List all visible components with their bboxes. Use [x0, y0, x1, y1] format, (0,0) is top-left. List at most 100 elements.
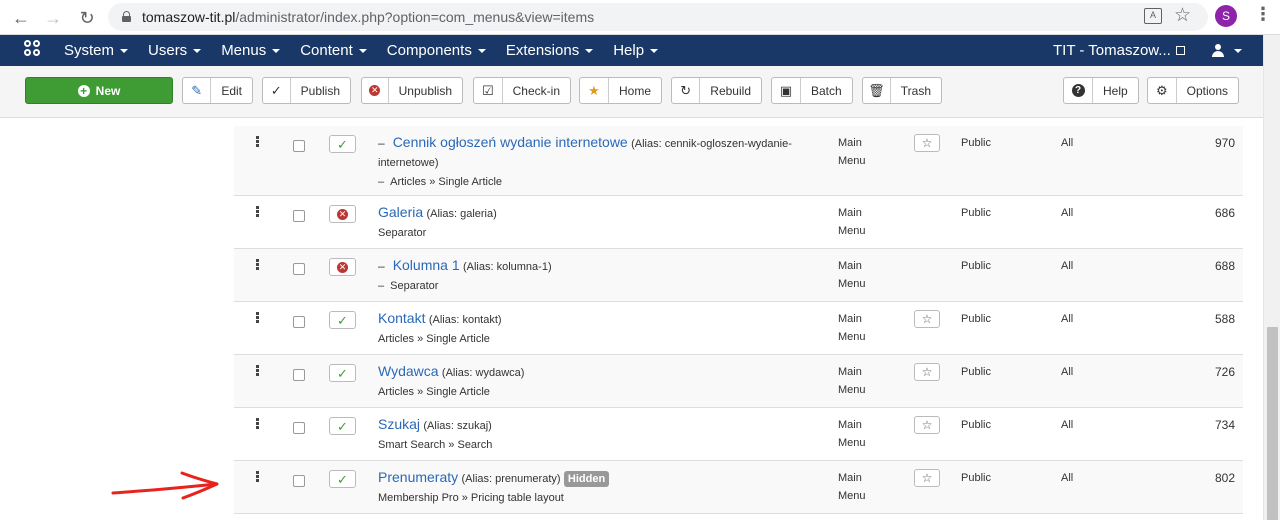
check-icon: ✓ — [337, 418, 348, 434]
browser-menu-icon[interactable]: ⋮ — [1254, 4, 1272, 25]
home-star-button[interactable]: ☆ — [914, 363, 940, 381]
home-star-button[interactable]: ☆ — [914, 134, 940, 152]
question-icon: ? — [1064, 78, 1093, 103]
item-title-link[interactable]: Prenumeraty — [378, 469, 458, 485]
options-button[interactable]: ⚙ Options — [1147, 77, 1239, 104]
address-bar[interactable]: tomaszow-tit.pl/administrator/index.php?… — [108, 3, 1208, 31]
home-star-button[interactable]: ☆ — [914, 416, 940, 434]
forward-arrow-icon[interactable]: → — [42, 7, 64, 29]
menu-name-line2: Menu — [838, 331, 866, 343]
site-link[interactable]: TIT - Tomaszow... — [1053, 35, 1185, 66]
row-checkbox[interactable] — [293, 422, 305, 434]
page-scrollbar[interactable] — [1263, 35, 1280, 520]
language: All — [1061, 472, 1074, 484]
drag-handle-icon[interactable] — [256, 471, 260, 483]
nav-menu-content[interactable]: Content — [300, 35, 367, 66]
menu-items-table: ✓ – Cennik ogłoszeń wydanie internetowe (A… — [234, 126, 1243, 514]
check-icon: ✓ — [337, 136, 348, 152]
refresh-icon: ↻ — [672, 78, 701, 103]
menu-name-line1: Main — [838, 419, 862, 431]
batch-button[interactable]: ▣ Batch — [771, 77, 853, 104]
translate-icon[interactable]: A — [1144, 8, 1162, 24]
drag-handle-icon[interactable] — [256, 312, 260, 324]
home-button[interactable]: ★ Home — [579, 77, 662, 104]
lock-icon — [122, 11, 131, 22]
published-toggle[interactable]: ✓ — [329, 470, 356, 488]
type-prefix: – — [378, 176, 385, 188]
menu-name-line1: Main — [838, 207, 862, 219]
nav-menu-components[interactable]: Components — [387, 35, 486, 66]
home-star-button[interactable]: ☆ — [914, 310, 940, 328]
published-toggle[interactable]: ✓ — [329, 135, 356, 153]
back-arrow-icon[interactable]: ← — [10, 7, 32, 29]
row-checkbox[interactable] — [293, 369, 305, 381]
edit-button[interactable]: ✎ Edit — [182, 77, 253, 104]
item-title-link[interactable]: Galeria — [378, 204, 423, 220]
drag-handle-icon[interactable] — [256, 259, 260, 271]
hidden-badge: Hidden — [563, 471, 610, 487]
joomla-logo-icon[interactable] — [24, 40, 42, 58]
trash-button[interactable]: 🗑 Trash — [862, 77, 942, 104]
bookmark-star-icon[interactable]: ☆ — [1174, 4, 1191, 27]
published-toggle[interactable]: ✓ — [329, 417, 356, 435]
unpublished-toggle[interactable]: ✕ — [329, 205, 356, 223]
unpublish-icon: ✕ — [362, 78, 389, 103]
nav-menu-extensions[interactable]: Extensions — [506, 35, 594, 66]
profile-avatar[interactable]: S — [1215, 5, 1237, 27]
reload-icon[interactable]: ↻ — [76, 7, 98, 29]
drag-handle-icon[interactable] — [256, 418, 260, 430]
item-type: Smart Search » Search — [378, 439, 493, 451]
unpublish-button[interactable]: ✕ Unpublish — [361, 77, 463, 104]
publish-button[interactable]: ✓ Publish — [262, 77, 351, 104]
menu-name: Main Menu — [838, 204, 898, 240]
type-prefix: – — [378, 280, 385, 292]
access-level: Public — [961, 419, 991, 431]
nav-menu-help[interactable]: Help — [613, 35, 659, 66]
item-title-link[interactable]: Cennik ogłoszeń wydanie internetowe — [393, 134, 628, 150]
rebuild-button[interactable]: ↻ Rebuild — [671, 77, 762, 104]
unpublished-toggle[interactable]: ✕ — [329, 258, 356, 276]
menu-name-line1: Main — [838, 137, 862, 149]
drag-handle-icon[interactable] — [256, 136, 260, 148]
row-checkbox[interactable] — [293, 475, 305, 487]
menu-name-line1: Main — [838, 313, 862, 325]
menu-name-line2: Menu — [838, 384, 866, 396]
help-button[interactable]: ? Help — [1063, 77, 1139, 104]
row-checkbox[interactable] — [293, 140, 305, 152]
home-star-button[interactable]: ☆ — [914, 469, 940, 487]
language: All — [1061, 207, 1074, 219]
toolbar: + New ✎ Edit ✓ Publish ✕ Unpublish ☑ Check-in… — [0, 66, 1263, 118]
new-button[interactable]: + New — [25, 77, 173, 104]
drag-handle-icon[interactable] — [256, 206, 260, 218]
external-link-icon — [1175, 46, 1185, 55]
published-toggle[interactable]: ✓ — [329, 311, 356, 329]
annotation-arrow — [111, 471, 219, 500]
drag-handle-icon[interactable] — [256, 365, 260, 377]
menu-name-line1: Main — [838, 366, 862, 378]
row-checkbox[interactable] — [293, 210, 305, 222]
row-checkbox[interactable] — [293, 263, 305, 275]
item-title-link[interactable]: Kolumna 1 — [393, 257, 460, 273]
nav-menu-system[interactable]: System — [64, 35, 129, 66]
row-checkbox[interactable] — [293, 316, 305, 328]
item-title-link[interactable]: Szukaj — [378, 416, 420, 432]
title-cell: Wydawca (Alias: wydawca) Articles » Singl… — [378, 362, 818, 401]
level-prefix: – — [378, 259, 385, 273]
menu-name: Main Menu — [838, 257, 898, 293]
checkin-button[interactable]: ☑ Check-in — [473, 77, 571, 104]
user-menu[interactable] — [1212, 35, 1242, 66]
item-title-link[interactable]: Kontakt — [378, 310, 425, 326]
nav-menu-users[interactable]: Users — [148, 35, 202, 66]
menu-name-line2: Menu — [838, 155, 866, 167]
table-row: ✓ – Cennik ogłoszeń wydanie internetowe (A… — [234, 126, 1243, 196]
table-row: ✓ Wydawca (Alias: wydawca) Articles » Sing… — [234, 355, 1243, 408]
item-id: 970 — [1214, 136, 1235, 150]
item-title-link[interactable]: Wydawca — [378, 363, 439, 379]
published-toggle[interactable]: ✓ — [329, 364, 356, 382]
star-outline-icon: ☆ — [921, 136, 933, 150]
language: All — [1061, 419, 1074, 431]
menu-name: Main Menu — [838, 310, 898, 346]
scrollbar-thumb[interactable] — [1267, 327, 1278, 520]
title-cell: Szukaj (Alias: szukaj) Smart Search » Sea… — [378, 415, 818, 454]
nav-menu-menus[interactable]: Menus — [221, 35, 281, 66]
